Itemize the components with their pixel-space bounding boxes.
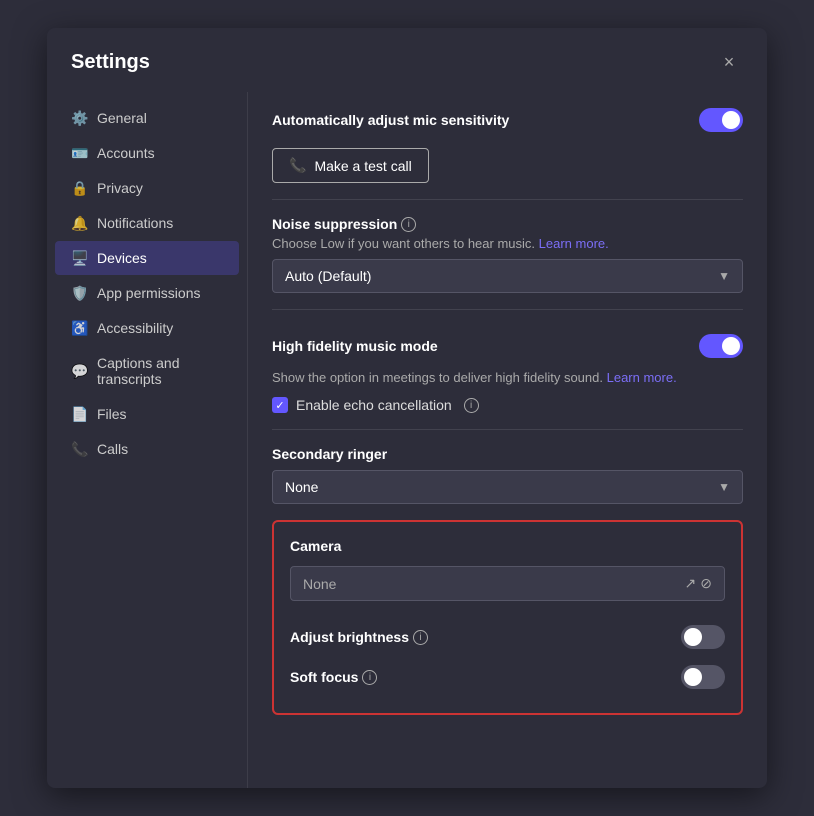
ringer-dropdown-arrow-icon: ▼ <box>718 480 730 494</box>
dialog-body: ⚙️ General 🪪 Accounts 🔒 Privacy 🔔 Notifi… <box>47 92 767 788</box>
sidebar-label-captions: Captions and transcripts <box>97 355 223 387</box>
ringer-label-row: Secondary ringer <box>272 446 743 462</box>
soft-focus-label-group: Soft focus i <box>290 669 377 685</box>
soft-focus-info-icon[interactable]: i <box>362 670 377 685</box>
high-fidelity-learn-more-link[interactable]: Learn more. <box>607 370 677 385</box>
camera-dropdown[interactable]: None ↗ ⊘ <box>290 566 725 601</box>
dropdown-arrow-icon: ▼ <box>718 269 730 283</box>
close-button[interactable]: × <box>715 48 743 76</box>
sidebar-label-privacy: Privacy <box>97 180 143 196</box>
sidebar-label-calls: Calls <box>97 441 128 457</box>
sidebar-item-accessibility[interactable]: ♿ Accessibility <box>55 311 239 345</box>
sidebar-item-calls[interactable]: 📞 Calls <box>55 432 239 466</box>
sidebar-label-devices: Devices <box>97 250 147 266</box>
modal-backdrop: Settings × ⚙️ General 🪪 Accounts 🔒 Priva… <box>0 0 814 816</box>
secondary-ringer-section: Secondary ringer None ▼ <box>272 446 743 504</box>
bell-icon: 🔔 <box>71 215 87 231</box>
dialog-header: Settings × <box>47 28 767 92</box>
sidebar-item-devices[interactable]: 🖥️ Devices <box>55 241 239 275</box>
calls-icon: 📞 <box>71 441 87 457</box>
accessibility-icon: ♿ <box>71 320 87 336</box>
shield-icon: 🛡️ <box>71 285 87 301</box>
files-icon: 📄 <box>71 406 87 422</box>
accounts-icon: 🪪 <box>71 145 87 161</box>
sidebar-label-general: General <box>97 110 147 126</box>
camera-dropdown-icons: ↗ ⊘ <box>685 575 712 592</box>
camera-dropdown-value: None <box>303 576 336 592</box>
sidebar-item-privacy[interactable]: 🔒 Privacy <box>55 171 239 205</box>
secondary-ringer-label: Secondary ringer <box>272 446 387 462</box>
test-call-label: Make a test call <box>314 158 411 174</box>
echo-info-icon[interactable]: i <box>464 398 479 413</box>
camera-section: Camera None ↗ ⊘ Adjust brightness i <box>272 520 743 715</box>
brightness-info-icon[interactable]: i <box>413 630 428 645</box>
noise-learn-more-link[interactable]: Learn more. <box>539 236 609 251</box>
dialog-title: Settings <box>71 51 150 74</box>
ringer-dropdown-value: None <box>285 479 318 495</box>
high-fidelity-label: High fidelity music mode <box>272 338 438 354</box>
noise-sublabel: Choose Low if you want others to hear mu… <box>272 236 743 251</box>
high-fidelity-toggle[interactable] <box>699 334 743 358</box>
sidebar-item-accounts[interactable]: 🪪 Accounts <box>55 136 239 170</box>
adjust-brightness-label: Adjust brightness <box>290 629 409 645</box>
sidebar-label-files: Files <box>97 406 127 422</box>
noise-dropdown-value: Auto (Default) <box>285 268 371 284</box>
divider-1 <box>272 199 743 200</box>
noise-suppression-section: Noise suppression i Choose Low if you wa… <box>272 216 743 293</box>
settings-dialog: Settings × ⚙️ General 🪪 Accounts 🔒 Priva… <box>47 28 767 788</box>
soft-focus-label: Soft focus <box>290 669 358 685</box>
echo-cancellation-checkbox[interactable]: ✓ <box>272 397 288 413</box>
camera-section-title: Camera <box>290 538 725 554</box>
sidebar-item-app-permissions[interactable]: 🛡️ App permissions <box>55 276 239 310</box>
caption-icon: 💬 <box>71 363 87 379</box>
sidebar-item-general[interactable]: ⚙️ General <box>55 101 239 135</box>
high-fidelity-row: High fidelity music mode <box>272 326 743 366</box>
noise-label-row: Noise suppression i <box>272 216 743 232</box>
auto-mic-row: Automatically adjust mic sensitivity <box>272 100 743 140</box>
auto-mic-label: Automatically adjust mic sensitivity <box>272 112 509 128</box>
adjust-brightness-label-group: Adjust brightness i <box>290 629 428 645</box>
echo-cancellation-label: Enable echo cancellation <box>296 397 452 413</box>
noise-sublabel-text: Choose Low if you want others to hear mu… <box>272 236 535 251</box>
noise-suppression-label: Noise suppression <box>272 216 397 232</box>
sidebar-label-accounts: Accounts <box>97 145 155 161</box>
soft-focus-toggle[interactable] <box>681 665 725 689</box>
toggle-knob-2 <box>722 337 740 355</box>
secondary-ringer-dropdown[interactable]: None ▼ <box>272 470 743 504</box>
cursor-icon: ↗ <box>685 575 697 592</box>
echo-cancellation-row: ✓ Enable echo cancellation i <box>272 397 743 413</box>
high-fidelity-sublabel: Show the option in meetings to deliver h… <box>272 370 743 385</box>
adjust-brightness-row: Adjust brightness i <box>290 617 725 657</box>
monitor-icon: 🖥️ <box>71 250 87 266</box>
sidebar-item-captions[interactable]: 💬 Captions and transcripts <box>55 346 239 396</box>
checkmark-icon: ✓ <box>275 399 284 412</box>
no-camera-icon: ⊘ <box>700 575 712 592</box>
noise-suppression-dropdown[interactable]: Auto (Default) ▼ <box>272 259 743 293</box>
gear-icon: ⚙️ <box>71 110 87 126</box>
soft-focus-row: Soft focus i <box>290 657 725 697</box>
high-fidelity-section: High fidelity music mode Show the option… <box>272 326 743 413</box>
auto-mic-toggle[interactable] <box>699 108 743 132</box>
noise-info-icon[interactable]: i <box>401 217 416 232</box>
toggle-knob <box>722 111 740 129</box>
divider-2 <box>272 309 743 310</box>
main-content: Automatically adjust mic sensitivity 📞 M… <box>247 92 767 788</box>
divider-3 <box>272 429 743 430</box>
lock-icon: 🔒 <box>71 180 87 196</box>
sidebar: ⚙️ General 🪪 Accounts 🔒 Privacy 🔔 Notifi… <box>47 92 247 788</box>
sidebar-item-notifications[interactable]: 🔔 Notifications <box>55 206 239 240</box>
adjust-brightness-toggle[interactable] <box>681 625 725 649</box>
toggle-knob-3 <box>684 628 702 646</box>
phone-icon: 📞 <box>289 157 306 174</box>
sidebar-item-files[interactable]: 📄 Files <box>55 397 239 431</box>
test-call-button[interactable]: 📞 Make a test call <box>272 148 429 183</box>
high-fidelity-sublabel-text: Show the option in meetings to deliver h… <box>272 370 603 385</box>
toggle-knob-4 <box>684 668 702 686</box>
sidebar-label-notifications: Notifications <box>97 215 173 231</box>
sidebar-label-accessibility: Accessibility <box>97 320 173 336</box>
sidebar-label-app-permissions: App permissions <box>97 285 201 301</box>
